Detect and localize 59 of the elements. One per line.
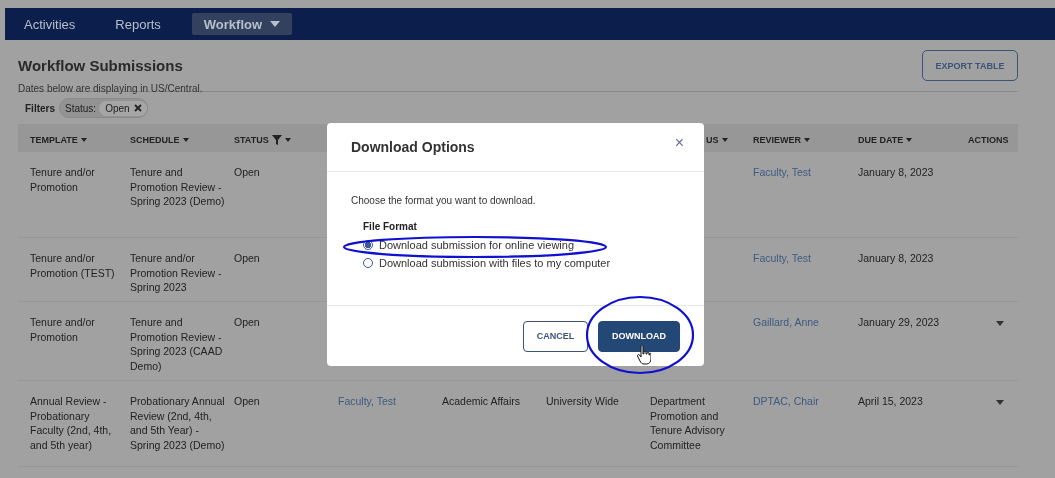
table-cell: January 29, 2023 <box>858 316 940 328</box>
timezone-note: Dates below are displaying in US/Central. <box>18 83 203 94</box>
caret-icon[interactable] <box>996 321 1004 326</box>
table-cell: January 8, 2023 <box>858 166 934 178</box>
person-link[interactable]: Faculty, Test <box>338 395 396 407</box>
table-cell: January 8, 2023 <box>858 252 934 264</box>
person-link[interactable]: Faculty, Test <box>753 252 811 264</box>
table-cell: Open <box>234 316 260 328</box>
column-header[interactable]: STATUS <box>234 135 291 145</box>
close-button[interactable]: × <box>674 134 684 152</box>
table-cell: University Wide <box>546 395 619 407</box>
download-button[interactable]: DOWNLOAD <box>598 320 680 352</box>
column-header[interactable]: SCHEDULE <box>130 135 189 145</box>
sort-caret-icon <box>906 138 913 142</box>
column-header[interactable]: REVIEWER <box>753 135 810 145</box>
table-cell: Open <box>234 252 260 264</box>
table-cell: Open <box>234 395 260 407</box>
nav-tab[interactable]: Reports <box>106 13 170 35</box>
column-header[interactable]: US <box>706 135 728 145</box>
caret-icon[interactable] <box>996 400 1004 405</box>
nav-tab[interactable]: Activities <box>15 13 85 35</box>
table-cell: Open <box>234 166 260 178</box>
sort-caret-icon <box>284 138 291 142</box>
person-link[interactable]: Faculty, Test <box>753 166 811 178</box>
filter-value[interactable]: Open <box>99 100 147 116</box>
page-title: Workflow Submissions <box>18 56 184 74</box>
table-cell: Probationary Annual Review (2nd, 4th, and 5th Year) - Spring 2023 (Demo) <box>130 395 225 451</box>
cancel-button[interactable]: CANCEL <box>523 320 588 352</box>
table-cell: April 15, 2023 <box>858 395 923 407</box>
radio-button[interactable] <box>363 240 373 250</box>
table-cell: Academic Affairs <box>442 395 520 407</box>
filter-name: Status: <box>65 102 97 114</box>
column-header[interactable]: TEMPLATE <box>30 135 87 145</box>
sort-caret-icon <box>182 138 189 142</box>
remove-icon[interactable] <box>133 104 142 112</box>
file-format-label: File Format <box>363 221 418 232</box>
table-cell: Tenure and/or Promotion <box>30 316 95 343</box>
dialog-prompt: Choose the format you want to download. <box>351 195 537 206</box>
table-cell: Tenure and/or Promotion Review - Spring 2023 <box>130 252 222 293</box>
table-cell: Tenure and Promotion Review - Spring 2023 (CAAD Demo) <box>130 316 223 372</box>
caret-icon <box>270 21 281 27</box>
column-header: ACTIONS <box>968 135 1009 145</box>
column-header[interactable]: DUE DATE <box>858 135 913 145</box>
sort-caret-icon <box>80 138 87 142</box>
filters-label: Filters <box>25 102 55 114</box>
table-cell: Department Promotion and Tenure Advisory Committee <box>650 395 725 451</box>
filter-icon[interactable] <box>271 135 282 145</box>
person-link[interactable]: Gaillard, Anne <box>753 316 819 328</box>
sort-caret-icon <box>804 138 810 142</box>
nav-tab[interactable]: Workflow <box>191 13 293 35</box>
person-link[interactable]: DPTAC, Chair <box>753 395 819 407</box>
table-cell: Tenure and/or Promotion (TEST) <box>30 252 115 279</box>
option-label[interactable]: Download submission with files to my computer <box>379 257 611 269</box>
table-cell: Tenure and/or Promotion <box>30 166 95 193</box>
table-cell: Tenure and Promotion Review - Spring 2023 (Demo) <box>130 166 225 207</box>
export-table-button[interactable]: EXPORT TABLE <box>922 50 1018 81</box>
sort-caret-icon <box>721 138 728 142</box>
table-cell: Annual Review - Probationary Faculty (2nd, 4th, and 5th year) <box>30 395 112 451</box>
dialog-title: Download Options <box>351 139 475 155</box>
